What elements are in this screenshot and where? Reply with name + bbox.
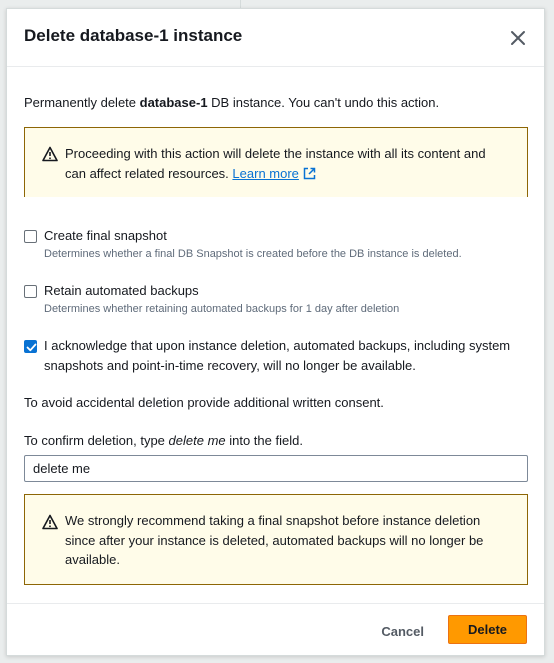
create-final-snapshot-description: Determines whether a final DB Snapshot i… <box>44 248 462 260</box>
intro-text: Permanently delete database-1 DB instanc… <box>24 95 439 110</box>
backdrop-divider <box>240 0 241 8</box>
retain-backups-description: Determines whether retaining automated b… <box>44 303 400 315</box>
close-button[interactable] <box>509 29 527 47</box>
warning-alert-bottom: We strongly recommend taking a final sna… <box>24 494 528 585</box>
modal-header: Delete database-1 instance <box>7 9 544 67</box>
external-link-icon[interactable] <box>303 167 316 180</box>
warning-alert-bottom-text: We strongly recommend taking a final sna… <box>65 513 484 567</box>
instance-name: database-1 <box>139 95 208 110</box>
confirm-label: To confirm deletion, type delete me into… <box>24 433 303 448</box>
cancel-button[interactable]: Cancel <box>381 624 424 639</box>
retain-backups-checkbox[interactable] <box>24 285 37 298</box>
delete-instance-modal: Delete database-1 instance Permanently d… <box>6 8 545 656</box>
confirm-prefix: To confirm deletion, type <box>24 433 169 448</box>
modal-title: Delete database-1 instance <box>24 26 243 45</box>
modal-footer: Cancel Delete <box>7 603 544 655</box>
check-icon <box>26 343 37 352</box>
warning-alert-top: Proceeding with this action will delete … <box>24 127 528 197</box>
learn-more-link[interactable]: Learn more <box>232 166 298 181</box>
acknowledge-checkbox[interactable] <box>24 340 37 353</box>
confirm-suffix: into the field. <box>225 433 303 448</box>
consent-text: To avoid accidental deletion provide add… <box>24 395 384 410</box>
delete-button[interactable]: Delete <box>448 615 527 644</box>
confirm-delete-input[interactable] <box>24 455 528 482</box>
warning-alert-top-text: Proceeding with this action will delete … <box>65 144 507 183</box>
retain-backups-label: Retain automated backups <box>44 283 199 298</box>
warning-icon <box>42 146 58 162</box>
acknowledge-label: I acknowledge that upon instance deletio… <box>44 338 511 373</box>
intro-prefix: Permanently delete <box>24 95 140 110</box>
confirm-phrase: delete me <box>168 433 226 448</box>
close-icon <box>511 31 525 45</box>
warning-icon <box>42 514 58 530</box>
intro-suffix: DB instance. You can't undo this action. <box>207 95 440 110</box>
create-final-snapshot-label: Create final snapshot <box>44 228 167 243</box>
create-final-snapshot-checkbox[interactable] <box>24 230 37 243</box>
